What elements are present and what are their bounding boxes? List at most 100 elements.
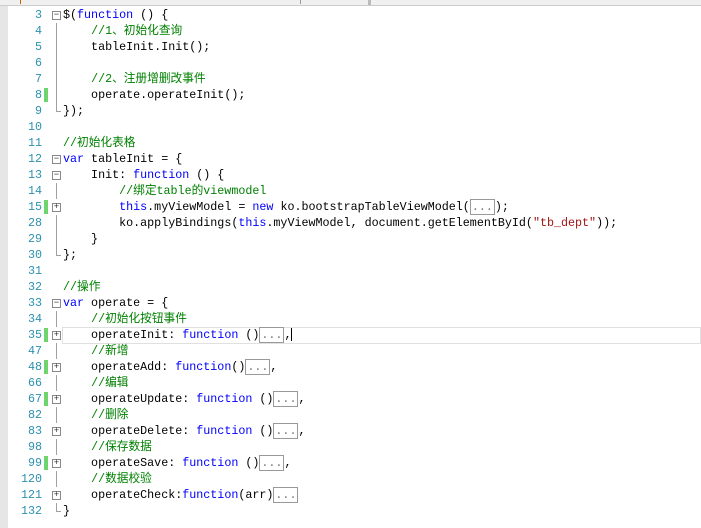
line-number: 99 bbox=[27, 456, 42, 470]
code-text[interactable]: //编辑 bbox=[63, 375, 128, 391]
code-line[interactable]: 4 //1、初始化查询 bbox=[0, 23, 701, 39]
code-line[interactable]: 14 //绑定table的viewmodel bbox=[0, 183, 701, 199]
text-caret bbox=[291, 328, 293, 342]
code-text[interactable]: tableInit.Init(); bbox=[63, 39, 210, 55]
code-text[interactable]: operateAdd: function()..., bbox=[63, 359, 277, 375]
change-marker bbox=[44, 392, 48, 406]
code-token: operateDelete: bbox=[63, 424, 197, 438]
code-text[interactable]: $(function () { bbox=[63, 7, 168, 23]
code-line[interactable]: 9}); bbox=[0, 103, 701, 119]
code-line[interactable]: 47 //新增 bbox=[0, 343, 701, 359]
code-line[interactable]: 5 tableInit.Init(); bbox=[0, 39, 701, 55]
collapsed-region-button[interactable]: ... bbox=[273, 487, 299, 503]
code-line[interactable]: 29 } bbox=[0, 231, 701, 247]
collapsed-region-button[interactable]: ... bbox=[245, 359, 271, 375]
code-line[interactable]: 13 − Init: function () { bbox=[0, 167, 701, 183]
comment-token: //保存数据 bbox=[91, 440, 152, 454]
line-number: 30 bbox=[27, 248, 42, 262]
line-number: 47 bbox=[27, 344, 42, 358]
code-line[interactable]: 8 operate.operateInit(); bbox=[0, 87, 701, 103]
code-text[interactable]: operateInit: function ()..., bbox=[63, 327, 293, 343]
code-line[interactable]: 28 ko.applyBindings(this.myViewModel, do… bbox=[0, 215, 701, 231]
line-number: 121 bbox=[20, 488, 42, 502]
collapse-icon[interactable]: − bbox=[52, 11, 61, 20]
comment-token: //操作 bbox=[63, 280, 101, 294]
code-text[interactable]: } bbox=[63, 231, 98, 247]
code-text[interactable]: //1、初始化查询 bbox=[63, 23, 182, 39]
code-line[interactable]: 12 − var tableInit = { bbox=[0, 151, 701, 167]
expand-icon[interactable]: + bbox=[52, 395, 61, 404]
change-marker bbox=[44, 200, 48, 214]
code-text[interactable]: operateDelete: function ()..., bbox=[63, 423, 305, 439]
code-text[interactable]: operate.operateInit(); bbox=[63, 87, 245, 103]
expand-icon[interactable]: + bbox=[52, 427, 61, 436]
code-line[interactable]: 30}; bbox=[0, 247, 701, 263]
code-text[interactable]: //删除 bbox=[63, 407, 128, 423]
code-line[interactable]: 82 //删除 bbox=[0, 407, 701, 423]
code-line[interactable]: 34 //初始化按钮事件 bbox=[0, 311, 701, 327]
code-token: () { bbox=[133, 8, 169, 22]
code-line[interactable]: 98 //保存数据 bbox=[0, 439, 701, 455]
expand-icon[interactable]: + bbox=[52, 331, 61, 340]
comment-token: //初始化按钮事件 bbox=[91, 312, 187, 326]
code-text[interactable]: operateCheck:function(arr)... bbox=[63, 487, 299, 503]
code-text[interactable]: //2、注册增删改事件 bbox=[63, 71, 206, 87]
code-text[interactable]: //操作 bbox=[63, 279, 100, 295]
code-text[interactable]: operateUpdate: function ()..., bbox=[63, 391, 305, 407]
collapsed-region-button[interactable]: ... bbox=[259, 327, 285, 343]
code-text[interactable]: ko.applyBindings(this.myViewModel, docum… bbox=[63, 215, 617, 231]
collapse-icon[interactable]: − bbox=[52, 171, 61, 180]
code-line[interactable]: 83 + operateDelete: function ()..., bbox=[0, 423, 701, 439]
code-text[interactable]: //绑定table的viewmodel bbox=[63, 183, 266, 199]
code-text[interactable]: //数据校验 bbox=[63, 471, 152, 487]
code-text[interactable]: //初始化表格 bbox=[63, 135, 135, 151]
code-line[interactable]: 32 //操作 bbox=[0, 279, 701, 295]
expand-icon[interactable]: + bbox=[52, 459, 61, 468]
code-line[interactable]: 33 − var operate = { bbox=[0, 295, 701, 311]
code-line[interactable]: 7 //2、注册增删改事件 bbox=[0, 71, 701, 87]
expand-icon[interactable]: + bbox=[52, 203, 61, 212]
code-line[interactable]: 6 bbox=[0, 55, 701, 71]
code-text[interactable]: Init: function () { bbox=[63, 167, 224, 183]
code-line[interactable]: 15 + this.myViewModel = new ko.bootstrapT… bbox=[0, 199, 701, 215]
collapsed-region-button[interactable]: ... bbox=[259, 455, 285, 471]
code-line[interactable]: 3 − $(function () { bbox=[0, 7, 701, 23]
code-token: , bbox=[284, 456, 292, 470]
code-token: ko.applyBindings( bbox=[63, 216, 239, 230]
code-line[interactable]: 67 + operateUpdate: function ()..., bbox=[0, 391, 701, 407]
code-line[interactable]: 120 //数据校验 bbox=[0, 471, 701, 487]
code-line[interactable]: 48 + operateAdd: function()..., bbox=[0, 359, 701, 375]
code-text[interactable]: operateSave: function ()..., bbox=[63, 455, 291, 471]
collapse-icon[interactable]: − bbox=[52, 155, 61, 164]
code-text[interactable]: var operate = { bbox=[63, 295, 168, 311]
code-line[interactable]: 10 bbox=[0, 119, 701, 135]
code-line[interactable]: 121 + operateCheck:function(arr)... bbox=[0, 487, 701, 503]
code-line[interactable]: 66 //编辑 bbox=[0, 375, 701, 391]
code-text[interactable]: //初始化按钮事件 bbox=[63, 311, 187, 327]
expand-icon[interactable]: + bbox=[52, 363, 61, 372]
code-text[interactable]: var tableInit = { bbox=[63, 151, 182, 167]
code-token: tableInit = { bbox=[84, 152, 183, 166]
outline-guide bbox=[56, 375, 57, 391]
collapsed-region-button[interactable]: ... bbox=[469, 199, 495, 215]
code-line[interactable]: 31 bbox=[0, 263, 701, 279]
code-text[interactable]: }; bbox=[63, 247, 77, 263]
code-text[interactable]: this.myViewModel = new ko.bootstrapTable… bbox=[63, 199, 509, 215]
code-text[interactable]: //新增 bbox=[63, 343, 128, 359]
code-line[interactable]: 11 //初始化表格 bbox=[0, 135, 701, 151]
collapse-icon[interactable]: − bbox=[52, 299, 61, 308]
code-editor[interactable]: 3− $(function () {4 //1、初始化查询 5 tableInit.… bbox=[0, 7, 701, 519]
collapsed-region-button[interactable]: ... bbox=[273, 391, 299, 407]
code-text[interactable]: //保存数据 bbox=[63, 439, 152, 455]
change-marker bbox=[44, 88, 48, 102]
collapsed-region-button[interactable]: ... bbox=[273, 423, 299, 439]
comment-token: //1、初始化查询 bbox=[91, 24, 183, 38]
code-line[interactable]: 35 + operateInit: function ()..., bbox=[0, 327, 701, 344]
code-token: }); bbox=[63, 104, 85, 118]
code-line[interactable]: 99 + operateSave: function ()..., bbox=[0, 455, 701, 471]
code-line[interactable]: 132} bbox=[0, 503, 701, 519]
expand-icon[interactable]: + bbox=[52, 491, 61, 500]
code-text[interactable]: }); bbox=[63, 103, 84, 119]
code-text[interactable]: } bbox=[63, 503, 70, 519]
